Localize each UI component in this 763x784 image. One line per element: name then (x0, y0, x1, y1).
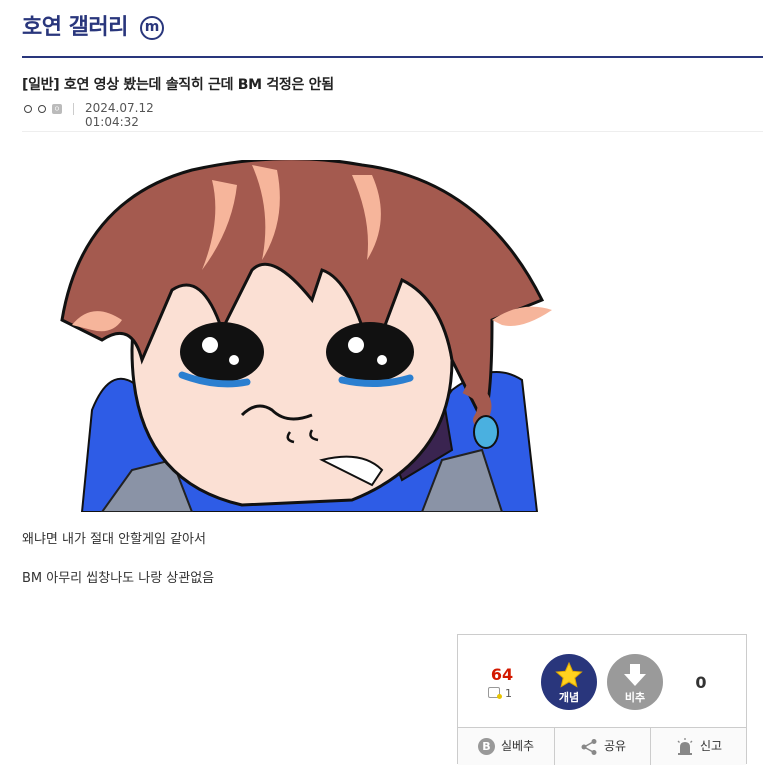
report-button[interactable]: 신고 (650, 728, 747, 765)
star-icon (555, 662, 583, 688)
minor-gallery-badge-icon: m (140, 16, 164, 40)
best-recommend-label: 실베추 (500, 739, 535, 753)
author-nick-char[interactable] (24, 105, 32, 113)
siren-icon (677, 737, 693, 755)
share-icon (581, 738, 597, 755)
fixed-user-icon (488, 687, 502, 699)
post-body-line: 왜냐면 내가 절대 안할게임 같아서 (22, 532, 206, 547)
best-recommend-button[interactable]: B 실베추 (458, 728, 554, 765)
share-label: 공유 (603, 739, 627, 753)
author-nick-char[interactable] (38, 105, 46, 113)
post-date: 2024.07.12 01:04:32 (85, 101, 154, 129)
title-divider (22, 131, 763, 132)
report-label: 신고 (699, 739, 723, 753)
crying-character-illustration (60, 160, 552, 512)
best-b-icon: B (477, 738, 495, 755)
post-title: [일반] 호연 영상 봤는데 솔직히 근데 BM 걱정은 안됨 (22, 77, 334, 93)
fixed-nick-icon: ㅇ (52, 104, 62, 114)
fixed-upvote-number: 1 (505, 687, 512, 700)
down-arrow-icon (624, 664, 646, 686)
post-action-bar: B 실베추 공유 신고 (458, 727, 746, 765)
gallery-header: 호연 갤러리 m (22, 14, 763, 58)
post-image[interactable] (22, 160, 560, 512)
share-button[interactable]: 공유 (554, 728, 651, 765)
upvote-label: 개념 (558, 691, 580, 704)
downvote-button[interactable]: 비추 (607, 654, 663, 710)
upvote-count: 64 (490, 665, 514, 684)
fixed-user-upvote-count: 1 (488, 687, 512, 700)
downvote-count: 0 (695, 673, 707, 692)
upvote-button[interactable]: 개념 (541, 654, 597, 710)
recommend-box: 64 1 개념 비추 0 B 실베추 공유 신고 (457, 634, 747, 765)
downvote-label: 비추 (624, 691, 646, 704)
post-body-line: BM 아무리 씹창나도 나랑 상관없음 (22, 571, 215, 586)
gallery-title[interactable]: 호연 갤러리 (22, 14, 128, 42)
meta-divider (73, 103, 74, 115)
